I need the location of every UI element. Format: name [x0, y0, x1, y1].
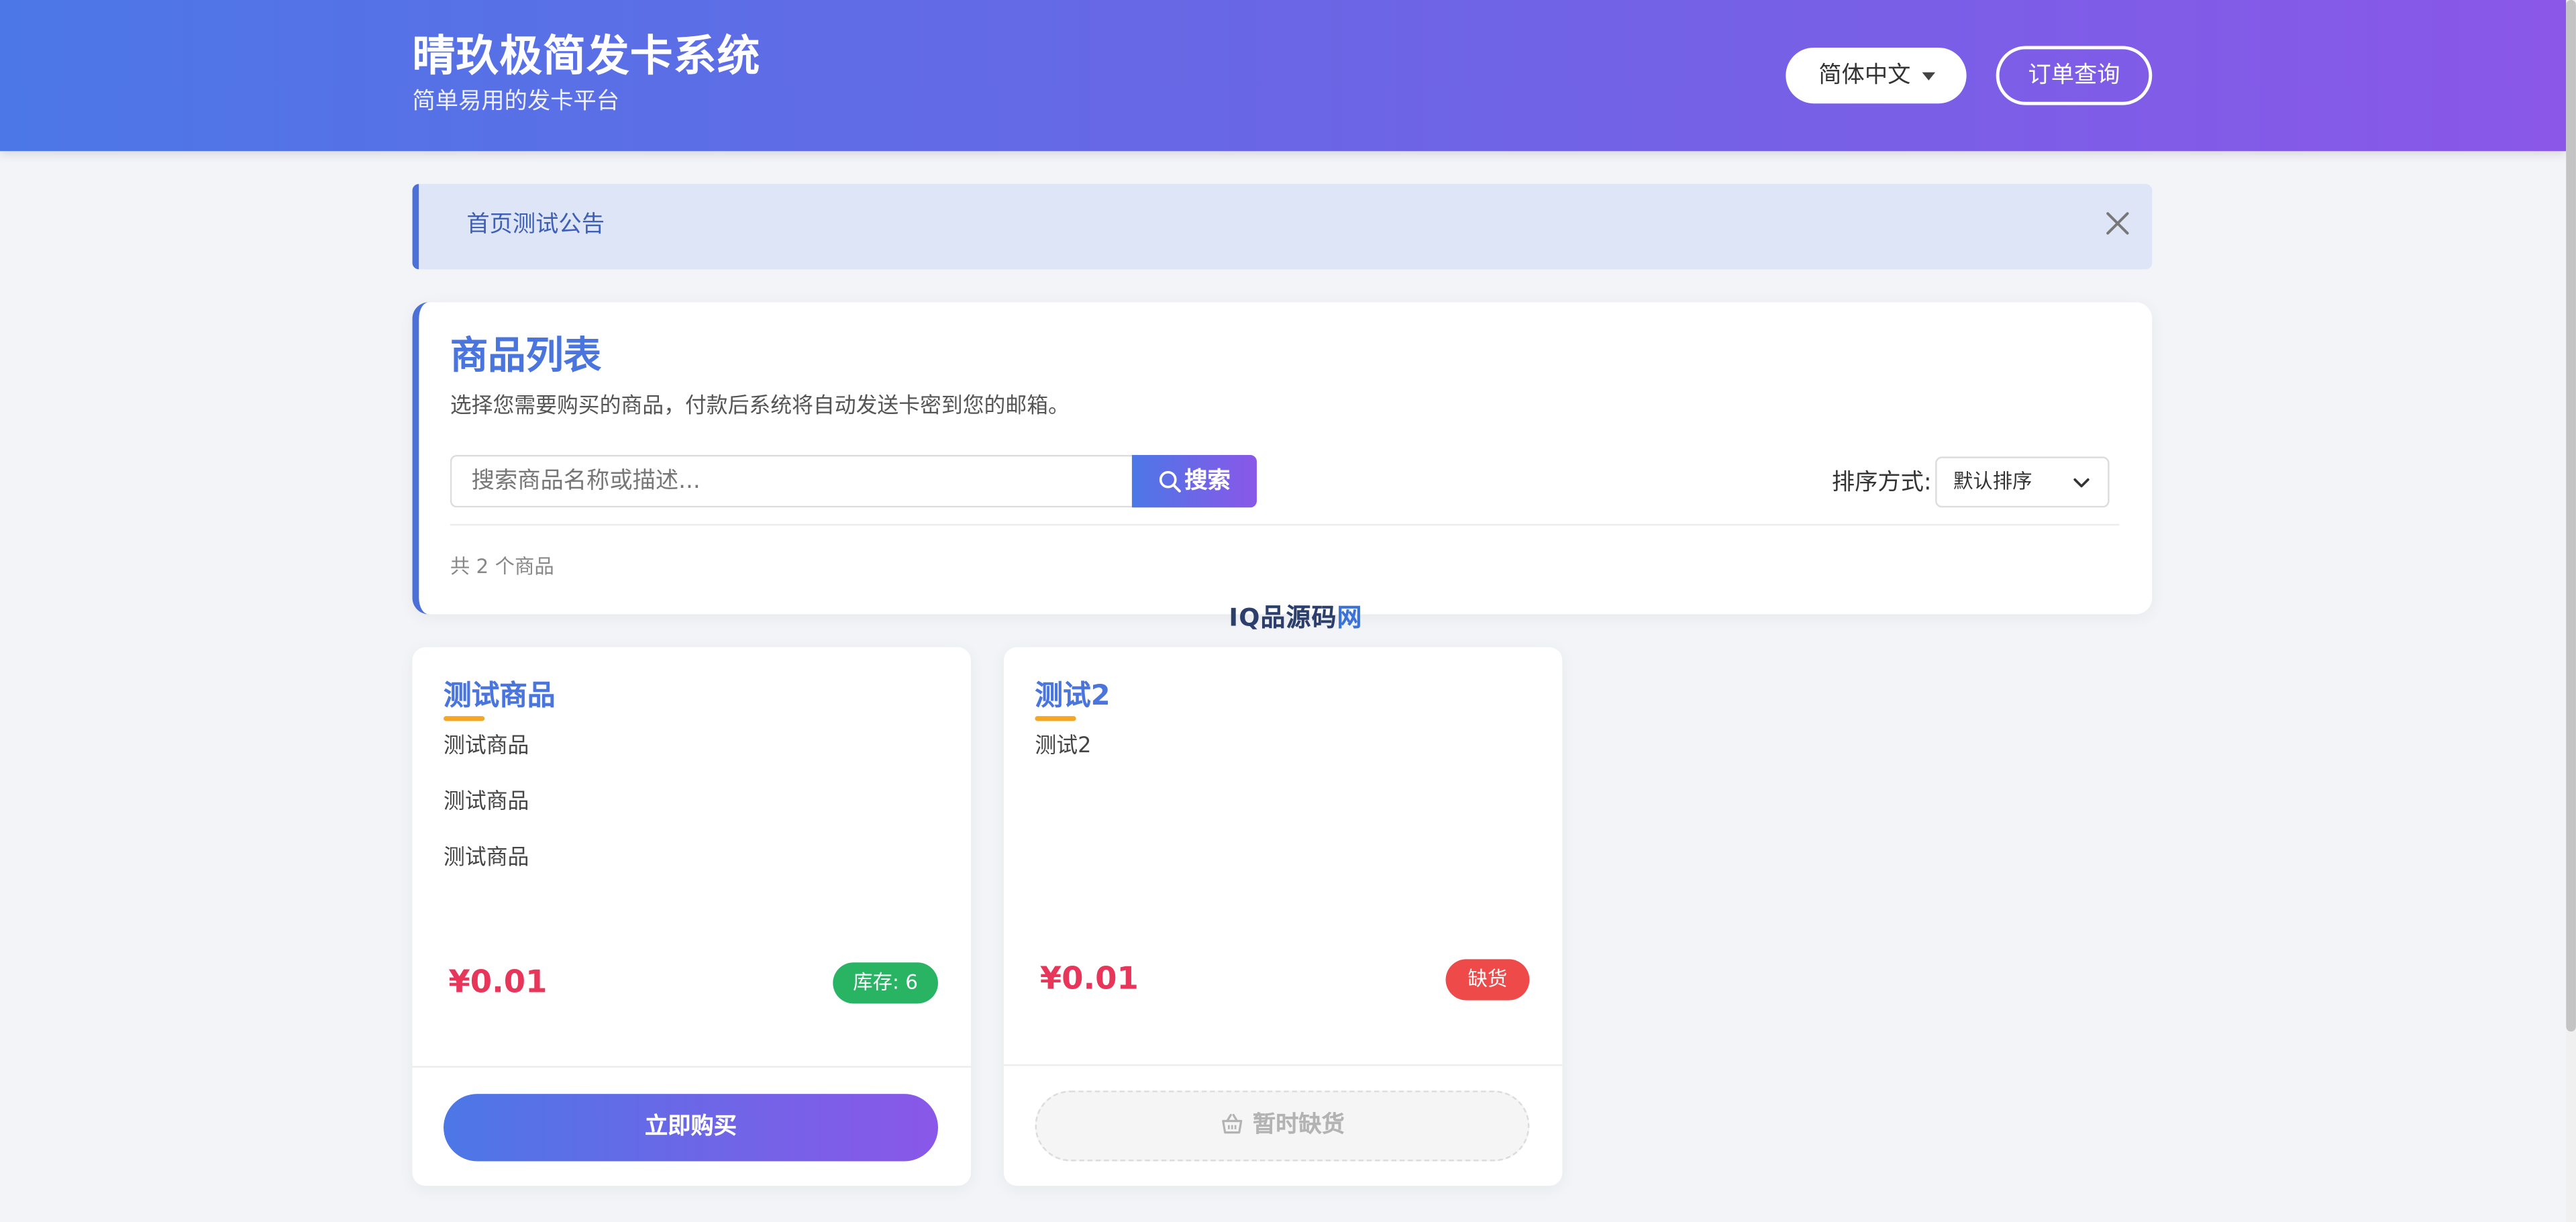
watermark-prefix: IQ品: [1229, 603, 1286, 633]
watermark-logo: IQ品源码网: [1229, 601, 1362, 634]
title-underline: [1035, 716, 1076, 721]
sort-label: 排序方式:: [1831, 470, 1932, 497]
title-underline: [444, 716, 485, 721]
product-card: 测试商品 测试商品 测试商品 测试商品 ¥0.01 库存: 6 立即购买: [412, 647, 971, 1186]
product-card: 测试2 测试2 ¥0.01 缺货 暂时缺货: [1003, 647, 1563, 1186]
watermark-main: 源码: [1286, 603, 1337, 633]
site-title[interactable]: 晴玖极简发卡系统: [413, 30, 761, 85]
search-button[interactable]: 搜索: [1131, 454, 1257, 508]
sort-select-value: 默认排序: [1953, 470, 2032, 493]
search-icon: [1159, 470, 1181, 493]
language-select-label: 简体中文: [1818, 62, 1911, 89]
product-name[interactable]: 测试商品: [444, 676, 555, 716]
product-description-line: 测试商品: [444, 790, 529, 815]
page-root: 晴玖极简发卡系统 简单易用的发卡平台 简体中文 订单查询 首页测试公告 商品列表…: [0, 0, 2576, 1222]
product-description-line: 测试2: [1035, 734, 1092, 759]
search-button-label: 搜索: [1184, 468, 1231, 495]
out-of-stock-label: 暂时缺货: [1252, 1112, 1345, 1139]
caret-down-icon: [1922, 72, 1936, 81]
language-select[interactable]: 简体中文: [1786, 47, 1967, 104]
product-description-line: 测试商品: [444, 734, 529, 759]
order-query-button[interactable]: 订单查询: [1996, 46, 2153, 105]
buy-now-button[interactable]: 立即购买: [444, 1094, 938, 1162]
card-divider: [1003, 1064, 1563, 1066]
site-header: 晴玖极简发卡系统 简单易用的发卡平台 简体中文 订单查询: [0, 0, 2567, 152]
close-icon[interactable]: [2101, 207, 2134, 240]
sort-select[interactable]: 默认排序: [1935, 456, 2110, 508]
watermark-suffix: 网: [1337, 603, 1363, 633]
card-divider: [412, 1066, 971, 1068]
announcement-banner: 首页测试公告: [412, 184, 2153, 270]
product-list-panel: 商品列表 选择您需要购买的商品，付款后系统将自动发送卡密到您的邮箱。 搜索 排序…: [412, 302, 2153, 615]
out-of-stock-button: 暂时缺货: [1035, 1090, 1530, 1162]
announcement-text: 首页测试公告: [466, 211, 605, 238]
stock-badge: 缺货: [1445, 959, 1530, 1001]
scrollbar-thumb[interactable]: [2566, 0, 2576, 1032]
product-price: ¥0.01: [1039, 960, 1139, 997]
product-count: 共 2 个商品: [450, 555, 554, 578]
panel-title: 商品列表: [450, 335, 602, 378]
site-subtitle: 简单易用的发卡平台: [412, 89, 620, 115]
product-price: ¥0.01: [448, 964, 548, 1001]
stock-badge: 库存: 6: [833, 962, 938, 1004]
panel-description: 选择您需要购买的商品，付款后系统将自动发送卡密到您的邮箱。: [450, 394, 1070, 419]
product-name[interactable]: 测试2: [1035, 676, 1110, 716]
product-description-line: 测试商品: [444, 846, 529, 871]
chevron-down-icon: [2073, 478, 2090, 488]
panel-divider: [450, 523, 2120, 526]
page-scrollbar[interactable]: [2566, 0, 2576, 1222]
basket-icon: [1221, 1113, 1242, 1134]
search-input[interactable]: [450, 454, 1132, 508]
